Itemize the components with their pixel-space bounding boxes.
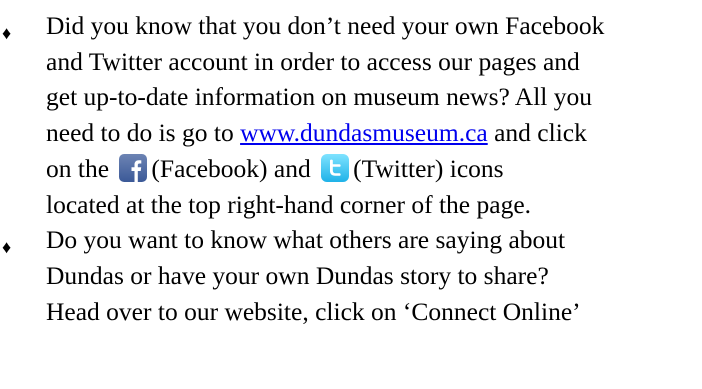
museum-website-link[interactable]: www.dundasmuseum.ca bbox=[240, 118, 488, 147]
text-line-with-icons: on the (Facebook) and (Twitter) icons bbox=[46, 151, 698, 187]
text-line: and Twitter account in order to access o… bbox=[46, 46, 580, 76]
text-fragment: and click bbox=[487, 118, 587, 148]
text-line: Do you want to know what others are sayi… bbox=[46, 225, 566, 255]
text-line-with-link: need to do is go to www.dundasmuseum.ca … bbox=[46, 115, 698, 151]
text-line: Head over to our website, click on ‘Conn… bbox=[46, 296, 581, 326]
text-fragment: need to do is go to bbox=[46, 118, 241, 148]
bullet-list: ♦ Did you know that you don’t need your … bbox=[0, 0, 702, 329]
twitter-icon bbox=[320, 153, 350, 183]
text-line: located at the top right-hand corner of … bbox=[46, 189, 532, 219]
text-fragment: on the bbox=[46, 153, 116, 183]
facebook-icon bbox=[118, 153, 148, 183]
text-line: Did you know that you don’t need your ow… bbox=[46, 11, 605, 40]
diamond-bullet-icon: ♦ bbox=[2, 237, 12, 258]
bullet-item-share-story: ♦ Do you want to know what others are sa… bbox=[0, 222, 702, 329]
diamond-bullet-icon: ♦ bbox=[2, 23, 12, 43]
text-line: Dundas or have your own Dundas story to … bbox=[46, 260, 549, 290]
text-fragment: (Twitter) icons bbox=[353, 153, 504, 183]
text-fragment: (Facebook) and bbox=[151, 153, 318, 183]
text-line: get up-to-date information on museum new… bbox=[46, 82, 593, 112]
bullet-item-social-access: ♦ Did you know that you don’t need your … bbox=[0, 0, 702, 222]
